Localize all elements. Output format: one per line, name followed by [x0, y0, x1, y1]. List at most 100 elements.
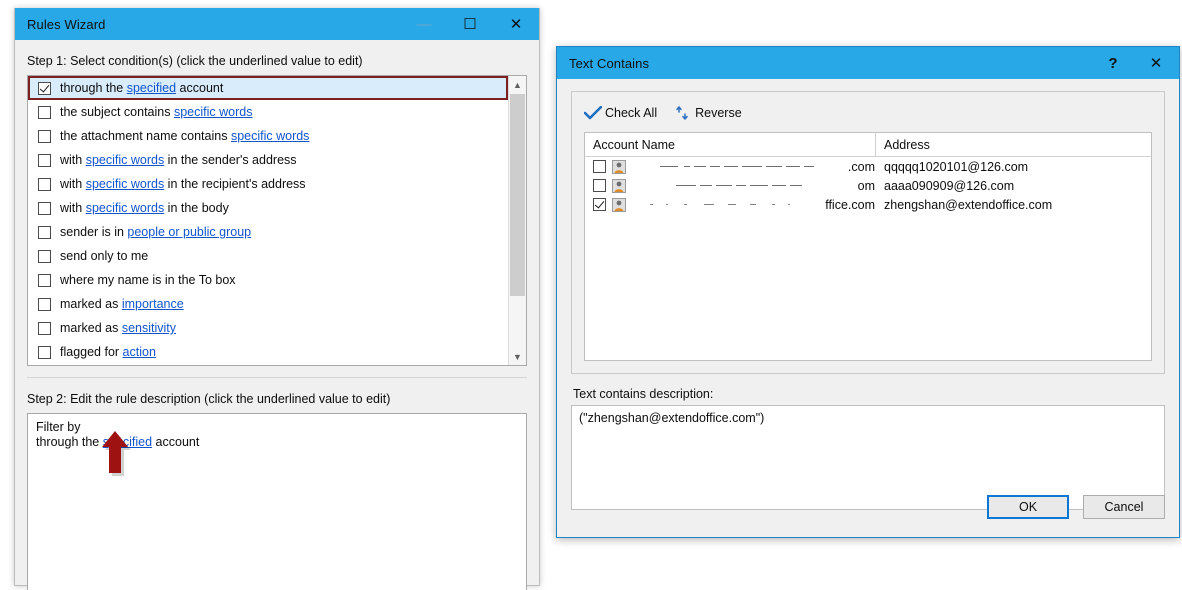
condition-checkbox[interactable] — [38, 226, 51, 239]
account-row[interactable]: .comqqqqq1020101@126.com — [585, 157, 1151, 176]
step2-label: Step 2: Edit the rule description (click… — [15, 378, 539, 413]
text-contains-body: Check All Reverse Account Name A — [557, 79, 1179, 537]
redacted-account-name: оm — [632, 179, 875, 193]
scrollbar-thumb[interactable] — [510, 94, 525, 296]
accounts-grid[interactable]: Account Name Address .comqqqqq1020101@12… — [584, 132, 1152, 361]
condition-text-prefix: the attachment name contains — [60, 129, 231, 143]
rules-wizard-window: Rules Wizard — ☐ ✕ Step 1: Select condit… — [14, 8, 540, 586]
minimize-icon[interactable]: — — [401, 8, 447, 40]
condition-checkbox[interactable] — [38, 178, 51, 191]
account-user-icon — [612, 198, 626, 212]
account-name-cell: оm — [585, 179, 875, 193]
condition-item[interactable]: through the specified account — [28, 76, 508, 100]
condition-text-prefix: with — [60, 177, 86, 191]
close-icon[interactable]: ✕ — [1133, 47, 1179, 79]
condition-text-prefix: where my name is in the To box — [60, 273, 236, 287]
condition-label: with specific words in the recipient's a… — [60, 177, 306, 191]
condition-item[interactable]: flagged for action — [28, 340, 508, 364]
condition-value-link[interactable]: people or public group — [127, 225, 251, 239]
condition-text-suffix: in the sender's address — [164, 153, 296, 167]
ok-button[interactable]: OK — [987, 495, 1069, 519]
condition-item[interactable]: where my name is in the Cc box — [28, 364, 508, 365]
reverse-arrows-icon — [675, 106, 691, 120]
account-checkbox[interactable] — [593, 198, 606, 211]
account-address-cell: qqqqq1020101@126.com — [875, 160, 1028, 174]
scroll-down-icon[interactable]: ▼ — [509, 348, 526, 365]
check-all-button[interactable]: Check All — [584, 106, 657, 120]
condition-value-link[interactable]: specific words — [231, 129, 310, 143]
rule-description-suffix: account — [152, 435, 199, 449]
condition-label: flagged for action — [60, 345, 156, 359]
maximize-icon[interactable]: ☐ — [447, 8, 493, 40]
condition-label: with specific words in the sender's addr… — [60, 153, 297, 167]
condition-item[interactable]: marked as sensitivity — [28, 316, 508, 340]
rules-wizard-body: Step 1: Select condition(s) (click the u… — [15, 40, 539, 585]
condition-value-link[interactable]: action — [123, 345, 156, 359]
conditions-list-container: through the specified account the subject… — [27, 75, 527, 366]
column-header-account-name[interactable]: Account Name — [585, 138, 875, 152]
redacted-account-name: ffice.com — [632, 198, 875, 212]
scroll-up-icon[interactable]: ▲ — [509, 76, 526, 93]
condition-value-link[interactable]: specific words — [86, 201, 165, 215]
condition-checkbox[interactable] — [38, 274, 51, 287]
screenshot-stage: Rules Wizard — ☐ ✕ Step 1: Select condit… — [0, 0, 1182, 590]
condition-checkbox[interactable] — [38, 82, 51, 95]
text-contains-dialog: Text Contains ? ✕ Check All — [556, 46, 1180, 538]
condition-checkbox[interactable] — [38, 202, 51, 215]
condition-checkbox[interactable] — [38, 154, 51, 167]
condition-item[interactable]: with specific words in the sender's addr… — [28, 148, 508, 172]
condition-text-suffix: account — [176, 81, 223, 95]
condition-checkbox[interactable] — [38, 106, 51, 119]
checkmark-icon — [584, 106, 602, 120]
reverse-button[interactable]: Reverse — [675, 106, 742, 120]
condition-item[interactable]: send only to me — [28, 244, 508, 268]
condition-text-suffix: in the body — [164, 201, 229, 215]
condition-text-prefix: with — [60, 153, 86, 167]
account-row[interactable]: ffice.comzhengshan@extendoffice.com — [585, 195, 1151, 214]
condition-value-link[interactable]: specific words — [86, 153, 165, 167]
rules-wizard-titlebar: Rules Wizard — ☐ ✕ — [15, 8, 539, 40]
condition-item[interactable]: with specific words in the recipient's a… — [28, 172, 508, 196]
text-contains-title: Text Contains — [557, 56, 649, 71]
condition-item[interactable]: the subject contains specific words — [28, 100, 508, 124]
condition-item[interactable]: the attachment name contains specific wo… — [28, 124, 508, 148]
condition-text-prefix: the subject contains — [60, 105, 174, 119]
condition-checkbox[interactable] — [38, 130, 51, 143]
rule-description-prefix: through the — [36, 435, 103, 449]
condition-text-prefix: flagged for — [60, 345, 123, 359]
condition-value-link[interactable]: sensitivity — [122, 321, 176, 335]
cancel-button[interactable]: Cancel — [1083, 495, 1165, 519]
red-up-arrow-icon — [101, 431, 135, 479]
condition-text-prefix: sender is in — [60, 225, 127, 239]
reverse-label: Reverse — [695, 106, 742, 120]
accounts-panel: Check All Reverse Account Name A — [571, 91, 1165, 374]
conditions-list[interactable]: through the specified account the subject… — [28, 76, 508, 365]
condition-item[interactable]: sender is in people or public group — [28, 220, 508, 244]
condition-checkbox[interactable] — [38, 322, 51, 335]
condition-label: through the specified account — [60, 81, 223, 95]
condition-checkbox[interactable] — [38, 298, 51, 311]
text-contains-description-value: ("zhengshan@extendoffice.com") — [579, 411, 764, 425]
condition-item[interactable]: marked as importance — [28, 292, 508, 316]
account-checkbox[interactable] — [593, 160, 606, 173]
account-row[interactable]: оmaaaa090909@126.com — [585, 176, 1151, 195]
condition-value-link[interactable]: importance — [122, 297, 184, 311]
condition-value-link[interactable]: specific words — [174, 105, 253, 119]
rule-description-box[interactable]: Filter by through the specified account — [27, 413, 527, 590]
condition-value-link[interactable]: specific words — [86, 177, 165, 191]
condition-checkbox[interactable] — [38, 250, 51, 263]
help-icon[interactable]: ? — [1093, 47, 1133, 79]
condition-item[interactable]: where my name is in the To box — [28, 268, 508, 292]
close-icon[interactable]: ✕ — [493, 8, 539, 40]
condition-value-link[interactable]: specified — [127, 81, 176, 95]
condition-label: the subject contains specific words — [60, 105, 252, 119]
condition-item[interactable]: with specific words in the body — [28, 196, 508, 220]
condition-checkbox[interactable] — [38, 346, 51, 359]
account-checkbox[interactable] — [593, 179, 606, 192]
column-header-address[interactable]: Address — [876, 138, 930, 152]
condition-label: marked as sensitivity — [60, 321, 176, 335]
accounts-grid-rows: .comqqqqq1020101@126.comоmaaaa090909@126… — [585, 157, 1151, 214]
text-contains-titlebar: Text Contains ? ✕ — [557, 47, 1179, 79]
condition-label: the attachment name contains specific wo… — [60, 129, 309, 143]
conditions-scrollbar[interactable]: ▲ ▼ — [508, 76, 526, 365]
